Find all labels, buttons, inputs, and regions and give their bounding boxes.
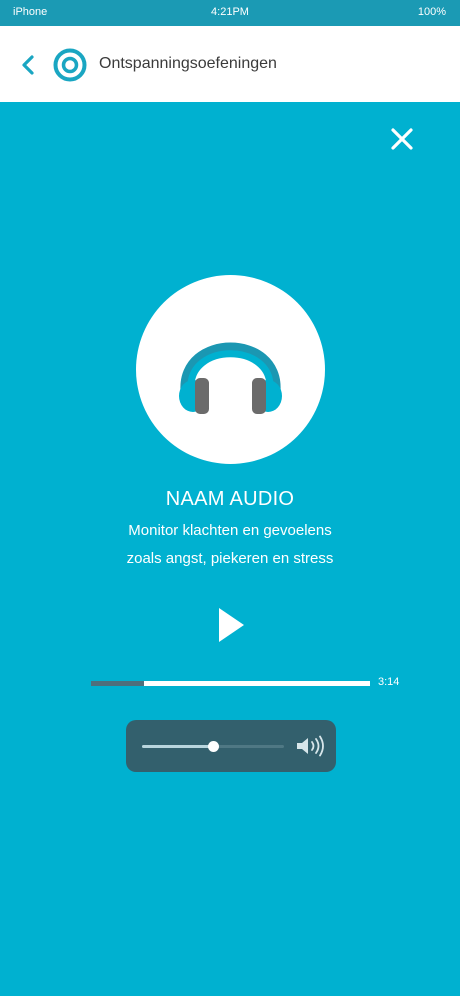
status-bar: iPhone 4:21PM 100% [0,0,460,26]
clock: 4:21PM [211,6,249,18]
track-title: NAAM AUDIO [165,488,295,510]
back-button[interactable] [14,48,44,82]
audio-player-screen: NAAM AUDIO Monitor klachten en gevoelens… [0,102,460,996]
track-duration: 3:14 [378,676,400,688]
volume-thumb[interactable] [208,741,219,752]
progress-bar[interactable] [91,681,370,686]
track-description: Monitor klachten en gevoelens [128,522,332,539]
audio-artwork [136,275,325,464]
volume-control [126,720,336,772]
progress-fill [91,681,144,686]
page-title: Ontspanningsoefeningen [99,55,277,72]
close-button[interactable] [385,122,419,156]
volume-fill [142,745,213,748]
app-logo [53,48,87,82]
nav-bar: Ontspanningsoefeningen [0,26,460,102]
play-button[interactable] [214,605,248,645]
track-description: zoals angst, piekeren en stress [126,550,334,567]
battery-level: 100% [417,6,446,18]
headphones-icon [179,342,282,414]
play-icon [219,608,244,642]
volume-slider[interactable] [142,741,284,752]
speaker-icon[interactable] [295,735,325,757]
close-icon [391,128,413,150]
chevron-left-icon [22,55,34,75]
